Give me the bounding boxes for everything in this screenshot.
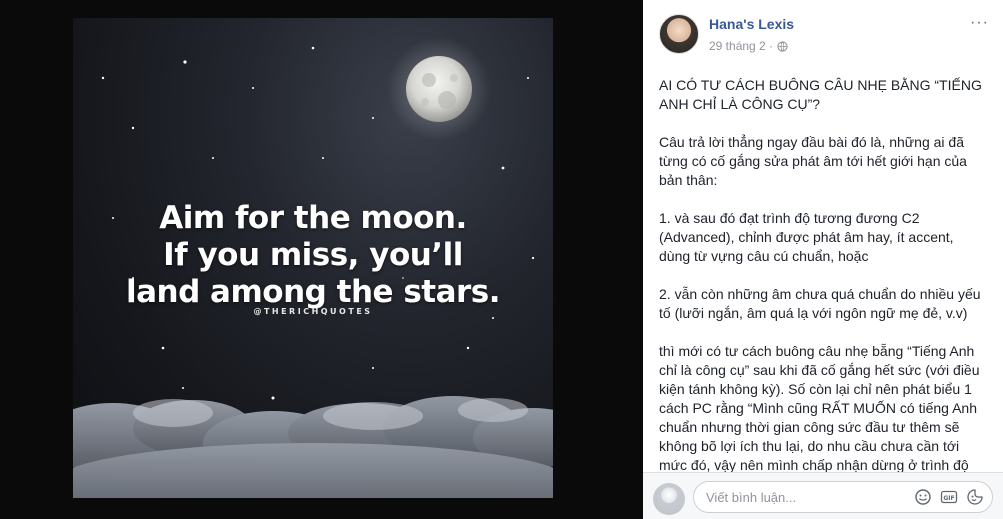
sticker-icon[interactable]	[966, 488, 984, 506]
emoji-icon[interactable]	[914, 488, 932, 506]
post-meta: 29 tháng 2 ·	[709, 39, 788, 53]
photo-viewer: Aim for the moon. If you miss, you’ll la…	[0, 0, 643, 519]
comment-composer: Viết bình luận... GIF	[643, 472, 1003, 519]
gif-icon[interactable]: GIF	[940, 488, 958, 506]
comment-input[interactable]: Viết bình luận... GIF	[693, 481, 993, 513]
post-paragraph: thì mới có tư cách buông câu nhẹ bẵng “T…	[659, 343, 980, 472]
photo-quote: Aim for the moon. If you miss, you’ll la…	[73, 200, 553, 311]
author-name[interactable]: Hana's Lexis	[709, 16, 794, 32]
quote-line: Aim for the moon.	[159, 200, 467, 236]
more-options-icon[interactable]: ···	[970, 14, 989, 32]
commenter-avatar	[653, 483, 685, 515]
post-panel: Hana's Lexis 29 tháng 2 · ··· AI CÓ TƯ C…	[643, 0, 1003, 519]
post-paragraph: 2. vẫn còn những âm chưa quá chuẩn do nh…	[659, 286, 981, 321]
post-photo[interactable]: Aim for the moon. If you miss, you’ll la…	[73, 18, 553, 498]
post-paragraph: 1. và sau đó đạt trình độ tương đương C2…	[659, 210, 954, 264]
comment-placeholder: Viết bình luận...	[706, 490, 797, 505]
quote-line: If you miss, you’ll	[163, 237, 463, 273]
photo-handle: @THERICHQUOTES	[253, 307, 373, 316]
post-date[interactable]: 29 tháng 2 ·	[709, 39, 773, 53]
quote-line: land among the stars.	[125, 274, 501, 310]
comment-tools: GIF	[914, 488, 984, 506]
author-avatar[interactable]	[659, 14, 699, 54]
post-paragraph: AI CÓ TƯ CÁCH BUÔNG CÂU NHẸ BẰNG “TIẾNG …	[659, 77, 982, 112]
svg-text:GIF: GIF	[943, 495, 954, 502]
post-text: AI CÓ TƯ CÁCH BUÔNG CÂU NHẸ BẰNG “TIẾNG …	[659, 76, 987, 472]
globe-icon[interactable]	[777, 40, 788, 52]
moon	[406, 56, 472, 122]
post-paragraph: Câu trả lời thẳng ngay đầu bài đó là, nh…	[659, 134, 967, 188]
